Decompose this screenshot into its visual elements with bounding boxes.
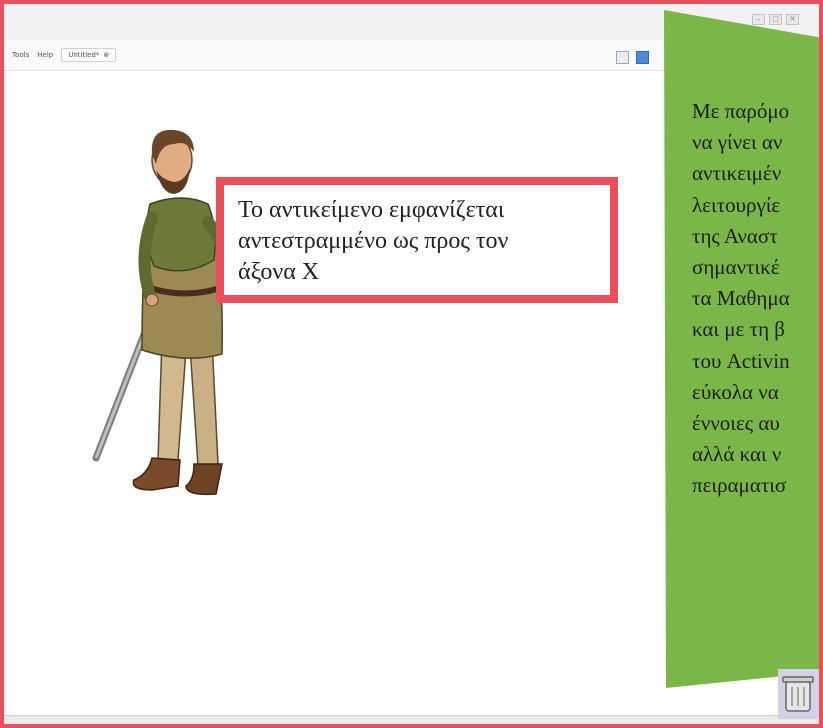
annotation-line-1: Το αντικείμενο εμφανίζεται <box>238 197 505 223</box>
side-note-line: έννοιες αυ <box>692 411 780 436</box>
toolbar-icon-blue[interactable] <box>636 51 649 64</box>
side-note-line: του Activin <box>692 348 790 373</box>
annotation-line-3: άξονα Χ <box>238 259 320 285</box>
annotation-box: Το αντικείμενο εμφανίζεται αντεστραμμένο… <box>216 177 618 303</box>
side-note-line: αντικειμέν <box>692 161 782 186</box>
side-note-line: τα Μαθημα <box>692 286 790 311</box>
document-tab-label: Untitled* <box>68 51 100 59</box>
menu-tools[interactable]: Tools <box>12 51 29 59</box>
trash-icon[interactable] <box>778 669 823 719</box>
side-note-line: να γίνει αν <box>692 130 783 155</box>
side-note-text: Με παρόμο να γίνει αν αντικειμέν λειτουρ… <box>692 96 823 502</box>
tab-close-icon[interactable]: ⊗ <box>103 51 109 59</box>
annotation-line-2: αντεστραμμένο ως προς τον <box>238 228 509 254</box>
side-note-line: λειτουργίε <box>692 192 781 217</box>
status-bar <box>4 715 819 724</box>
toolbar-icon[interactable] <box>616 51 629 64</box>
side-note-line: σημαντικέ <box>692 255 780 280</box>
side-note-line: Με παρόμο <box>692 99 790 123</box>
document-tab[interactable]: Untitled* ⊗ <box>61 48 117 62</box>
side-note-line: αλλά και ν <box>692 442 782 467</box>
side-note-line: πειραματισ <box>692 473 787 498</box>
side-note-line: και με τη β <box>692 317 785 342</box>
side-note-line: εύκολα να <box>692 379 779 404</box>
menu-help[interactable]: Help <box>37 51 53 59</box>
side-note-line: της Αναστ <box>692 223 778 248</box>
side-note-panel: Με παρόμο να γίνει αν αντικειμέν λειτουρ… <box>664 10 823 690</box>
